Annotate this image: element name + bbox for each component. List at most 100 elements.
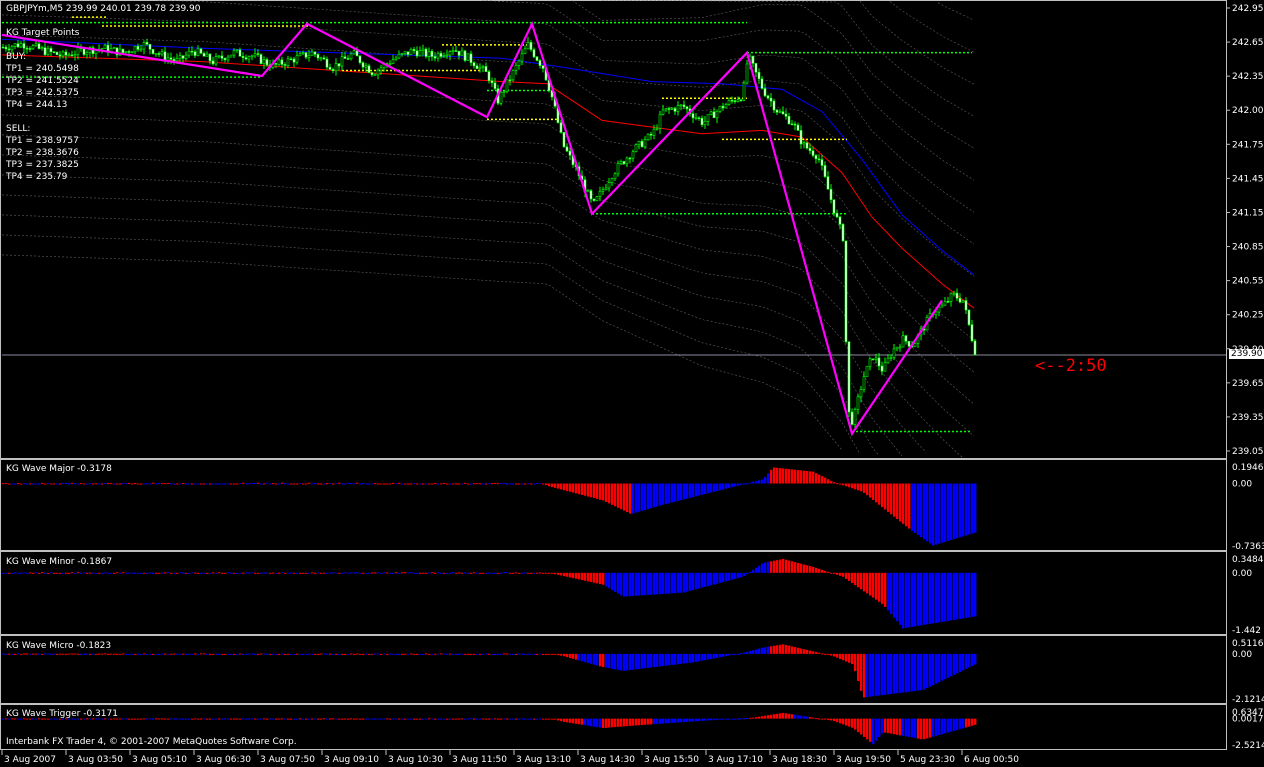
histogram-bar	[455, 653, 458, 655]
histogram-bar	[827, 653, 830, 655]
histogram-bar	[935, 483, 938, 545]
histogram-bar	[365, 653, 368, 655]
histogram-bar	[296, 483, 299, 485]
indicator-y-label: 0.00	[1232, 569, 1252, 579]
histogram-bar	[638, 483, 641, 512]
histogram-bar	[647, 483, 650, 510]
histogram-bar	[869, 653, 872, 697]
histogram-bar	[278, 572, 281, 574]
histogram-bar	[134, 572, 137, 574]
histogram-bar	[569, 653, 572, 658]
histogram-bar	[479, 653, 482, 655]
histogram-bar	[488, 718, 491, 720]
histogram-bar	[527, 653, 530, 655]
histogram-bar	[557, 572, 560, 575]
histogram-bar	[716, 718, 719, 720]
histogram-bar	[32, 653, 35, 655]
histogram-bar	[596, 483, 599, 499]
histogram-bar	[734, 483, 737, 487]
histogram-bar	[662, 718, 665, 724]
histogram-bar	[848, 718, 851, 727]
histogram-bar	[941, 653, 944, 681]
histogram-bar	[968, 718, 971, 727]
histogram-bar	[137, 483, 140, 485]
sell-tp4: TP4 = 235.79	[6, 172, 68, 182]
histogram-bar	[890, 653, 893, 695]
candle-body	[805, 142, 809, 149]
histogram-bar	[383, 718, 386, 720]
histogram-bar	[704, 572, 707, 587]
histogram-bar	[608, 572, 611, 589]
histogram-bar	[944, 718, 947, 734]
histogram-bar	[338, 653, 341, 655]
histogram-bar	[167, 482, 170, 484]
candle-body	[784, 113, 788, 117]
histogram-bar	[518, 718, 521, 720]
y-tick-label: 239.05	[1232, 447, 1264, 457]
histogram-bar	[971, 572, 974, 617]
histogram-bar	[257, 572, 260, 574]
sell-tp2: TP2 = 238.3676	[6, 148, 79, 158]
wave-trigger-title: KG Wave Trigger -0.3171	[6, 709, 118, 719]
histogram-bar	[728, 572, 731, 581]
histogram-bar	[257, 482, 260, 484]
histogram-bar	[650, 572, 653, 595]
histogram-bar	[395, 483, 398, 485]
histogram-bar	[281, 572, 284, 574]
histogram-bar	[758, 648, 761, 654]
histogram-bar	[110, 483, 113, 485]
candle-body	[205, 53, 209, 57]
histogram-bar	[239, 718, 242, 720]
histogram-bar	[695, 718, 698, 722]
histogram-bar	[236, 653, 239, 655]
candle-body	[1, 46, 5, 49]
histogram-bar	[611, 483, 614, 505]
histogram-bar	[359, 572, 362, 574]
histogram-bar	[539, 653, 542, 655]
histogram-bar	[803, 716, 806, 719]
histogram-bar	[530, 572, 533, 574]
candle-body	[808, 147, 812, 152]
candle-body	[22, 43, 26, 49]
histogram-bar	[461, 572, 464, 574]
candle-body	[145, 41, 149, 45]
candle-body	[745, 63, 749, 84]
histogram-bar	[551, 718, 554, 720]
histogram-bar	[569, 483, 572, 492]
histogram-bar	[926, 572, 929, 625]
histogram-bar	[386, 483, 389, 485]
histogram-bar	[371, 718, 374, 720]
histogram-bar	[683, 718, 686, 723]
candle-body	[418, 50, 422, 57]
histogram-bar	[809, 717, 812, 719]
histogram-bar	[674, 483, 677, 502]
candle-body	[223, 57, 227, 61]
histogram-bar	[731, 718, 734, 720]
candle-body	[346, 58, 350, 60]
histogram-bar	[701, 718, 704, 721]
histogram-bar	[599, 483, 602, 500]
histogram-bar	[899, 483, 902, 522]
histogram-bar	[188, 572, 191, 574]
histogram-bar	[479, 572, 482, 574]
histogram-bar	[767, 646, 770, 654]
histogram-bar	[548, 483, 551, 487]
histogram-bar	[356, 572, 359, 574]
x-tick-label: 3 Aug 2007	[4, 755, 56, 765]
candle-body	[256, 53, 260, 55]
histogram-bar	[758, 565, 761, 573]
histogram-bar	[890, 718, 893, 734]
candle-body	[403, 51, 407, 54]
histogram-bar	[191, 572, 194, 574]
candle-body	[337, 63, 341, 67]
histogram-bar	[761, 563, 764, 573]
histogram-bar	[17, 483, 20, 485]
histogram-bar	[737, 653, 740, 655]
histogram-bar	[896, 718, 899, 735]
histogram-bar	[911, 483, 914, 531]
histogram-bar	[740, 653, 743, 655]
candle-body	[262, 59, 266, 64]
histogram-bar	[320, 718, 323, 720]
histogram-bar	[251, 572, 254, 574]
histogram-bar	[404, 483, 407, 485]
